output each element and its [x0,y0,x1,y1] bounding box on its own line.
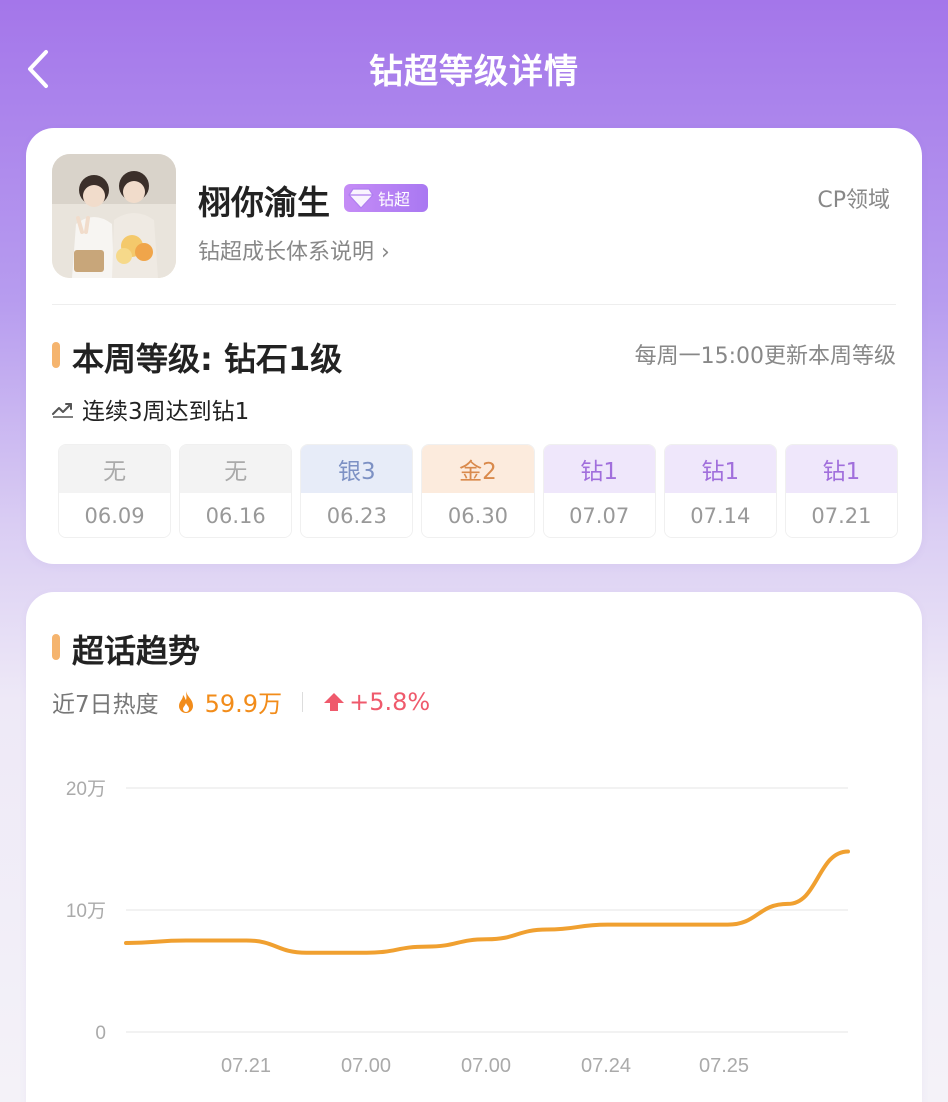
week-level: 无 [180,445,292,493]
section-accent [52,634,60,660]
week-date: 07.14 [664,493,776,537]
week-cell: 钻1 07.14 [663,444,777,538]
y-tick-label: 10万 [66,901,106,922]
x-tick-label: 07.00 [461,1055,511,1077]
week-date: 07.07 [543,493,655,537]
chevron-right-icon: › [381,240,390,265]
topic-name: 栩你渝生 [198,183,330,222]
weekly-level-history: 无 06.09 无 06.16 银3 06.23 金2 06.30 钻1 07.… [58,444,898,538]
week-date: 06.16 [180,493,292,537]
x-tick-label: 07.24 [581,1055,631,1077]
diamond-icon [348,188,374,209]
week-date: 06.09 [59,493,171,537]
heat-summary: 近7日热度 59.9万 +5.8% [52,684,430,719]
week-level: 钻1 [785,445,897,493]
update-note: 每周一15:00更新本周等级 [634,344,896,369]
weekly-level-title: 本周等级: 钻石1级 [72,340,343,378]
page-title: 钻超等级详情 [369,52,579,92]
week-cell: 金2 06.30 [421,444,535,538]
x-tick-label: 07.25 [699,1055,749,1077]
week-date: 06.30 [422,493,534,537]
y-tick-label: 0 [95,1023,106,1044]
streak-text: 连续3周达到钻1 [82,399,250,425]
week-date: 06.23 [301,493,413,537]
trend-line [124,849,850,955]
badge-label: 钻超 [378,190,411,209]
week-cell: 钻1 07.21 [784,444,898,538]
arrow-up-icon [324,692,345,711]
x-tick-label: 07.21 [221,1055,271,1077]
week-cell: 无 06.16 [179,444,293,538]
growth-system-link[interactable]: 钻超成长体系说明 › [198,234,390,266]
y-tick-label: 20万 [66,779,106,800]
week-level: 金2 [422,445,534,493]
diamond-badge: 钻超 [344,184,428,212]
cp-domain-label: CP领域 [817,188,890,213]
week-cell: 银3 06.23 [300,444,414,538]
week-cell: 无 06.09 [58,444,172,538]
trend-chart: 20万 10万 0 07.21 07.00 07.00 07.24 07.25 [66,779,850,1077]
week-level: 银3 [301,445,413,493]
streak-row: 连续3周达到钻1 [52,392,249,426]
trend-title: 超话趋势 [72,632,201,670]
fire-icon [178,690,193,713]
week-level: 钻1 [664,445,776,493]
week-cell: 钻1 07.07 [542,444,656,538]
trend-up-icon [52,403,73,418]
topic-avatar[interactable] [52,154,176,278]
growth-link-label: 钻超成长体系说明 [198,240,375,265]
week-date: 07.21 [785,493,897,537]
divider [52,304,896,305]
heat-label: 近7日热度 [52,691,159,718]
section-accent [52,342,60,368]
top-bar: 钻超等级详情 [0,0,948,130]
heat-value: 59.9万 [204,690,283,718]
heat-change: +5.8% [349,687,431,716]
week-level: 无 [59,445,171,493]
trend-card: 超话趋势 近7日热度 59.9万 +5.8% 20万 10万 0 07.21 07.0… [26,592,922,1102]
separator [302,691,304,712]
week-level: 钻1 [543,445,655,493]
x-tick-label: 07.00 [341,1055,391,1077]
level-card: 栩你渝生 钻超 钻超成长体系说明 › CP领域 本周等级: 钻石1级 每周一15… [26,128,922,564]
